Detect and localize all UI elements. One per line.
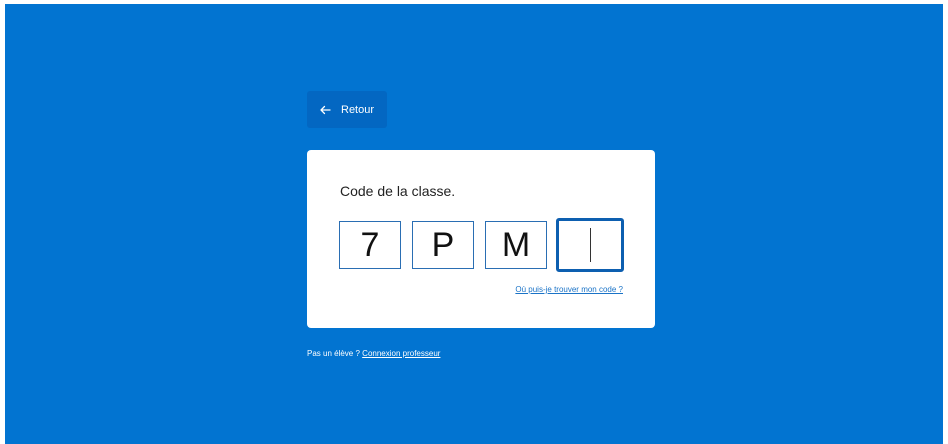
class-code-card: Code de la classe. 7 P M Où puis-je trou…: [307, 150, 655, 328]
code-input-1[interactable]: 7: [339, 221, 401, 269]
code-input-3[interactable]: M: [485, 221, 547, 269]
text-caret: [589, 228, 591, 262]
arrow-left-icon: [320, 105, 331, 114]
code-input-2[interactable]: P: [412, 221, 474, 269]
back-button[interactable]: Retour: [307, 91, 387, 128]
not-a-student-text: Pas un élève ?: [307, 349, 360, 358]
teacher-login-link[interactable]: Connexion professeur: [362, 349, 440, 358]
find-code-help-link[interactable]: Où puis-je trouver mon code ?: [515, 285, 623, 294]
code-input-4[interactable]: [556, 218, 624, 272]
card-title: Code de la classe.: [340, 183, 456, 199]
page-background: Retour Code de la classe. 7 P M Où puis-…: [5, 4, 943, 444]
back-button-label: Retour: [341, 103, 375, 116]
teacher-login-footer: Pas un élève ? Connexion professeur: [307, 349, 440, 358]
